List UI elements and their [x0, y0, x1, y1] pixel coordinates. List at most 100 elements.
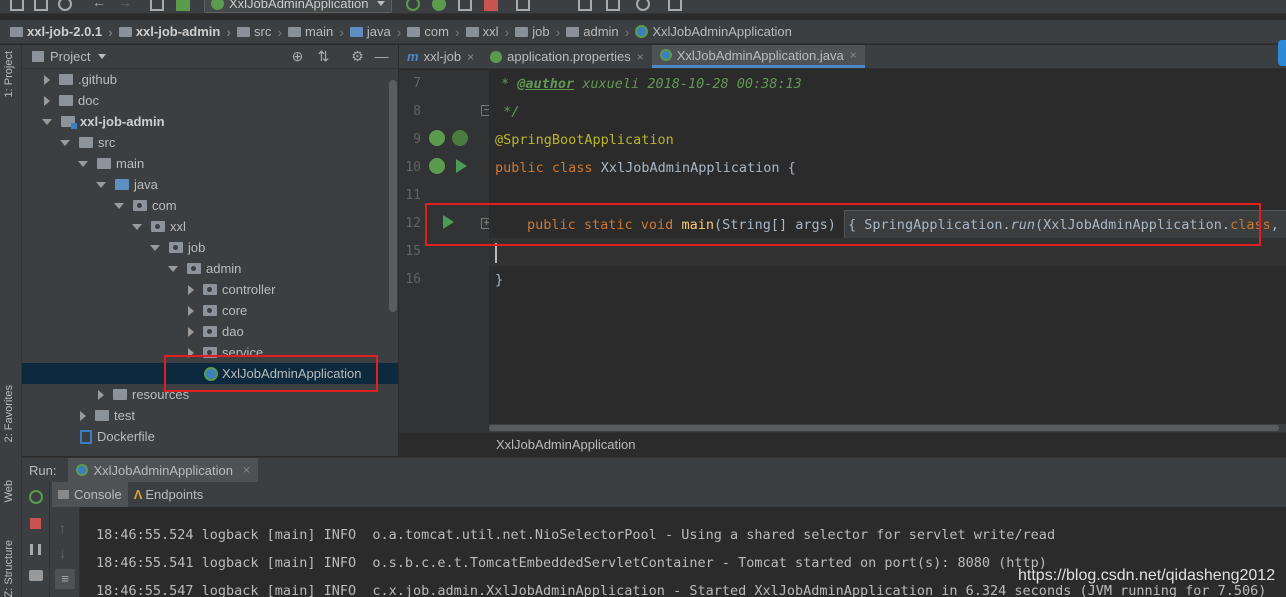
minimize-icon[interactable]: — [374, 49, 389, 64]
arrow-down-icon[interactable]: ↓ [59, 545, 66, 561]
arrow-up-icon[interactable]: ↑ [59, 520, 66, 536]
tree-item-test[interactable]: test [22, 405, 398, 426]
code-line-8: */ [495, 98, 519, 126]
breadcrumb-item[interactable]: com › [407, 24, 465, 40]
web-tool-button[interactable]: Web [3, 480, 15, 502]
tree-item-src[interactable]: src [22, 132, 398, 153]
chevron-right-icon[interactable] [188, 305, 194, 316]
chevron-down-icon[interactable] [96, 181, 106, 188]
camera-icon[interactable] [29, 570, 43, 581]
close-icon[interactable]: × [243, 463, 250, 477]
settings-wrench-icon[interactable] [578, 0, 592, 11]
back-icon[interactable]: ← [92, 0, 106, 11]
tree-item-dao[interactable]: dao [22, 321, 398, 342]
folder-icon [97, 158, 111, 169]
chevron-down-icon[interactable] [42, 118, 52, 125]
coverage-icon[interactable] [458, 0, 472, 11]
breadcrumb-item[interactable]: xxl-job-2.0.1 › [10, 24, 119, 40]
pause-icon[interactable] [30, 544, 41, 555]
tree-item-core[interactable]: core [22, 300, 398, 321]
chevron-right-icon[interactable] [98, 389, 104, 400]
chevron-right-icon[interactable] [44, 95, 50, 106]
tree-item-xxl[interactable]: xxl [22, 216, 398, 237]
tab-console[interactable]: Console [52, 482, 128, 507]
tree-item-main[interactable]: main [22, 153, 398, 174]
spring-config-gutter-icon[interactable] [452, 130, 468, 146]
tree-item-job[interactable]: job [22, 237, 398, 258]
run-tab-xxljobadminapplication[interactable]: XxlJobAdminApplication × [68, 458, 258, 482]
close-icon[interactable]: × [467, 50, 474, 64]
chevron-right-icon[interactable] [80, 410, 86, 421]
project-structure-icon[interactable] [606, 0, 620, 11]
chevron-down-icon[interactable] [114, 202, 124, 209]
rerun-icon[interactable] [406, 0, 420, 11]
notification-badge[interactable] [1278, 40, 1286, 66]
tab-application-properties[interactable]: application.properties × [482, 45, 652, 68]
close-icon[interactable]: × [850, 48, 857, 62]
editor-breadcrumb[interactable]: XxlJobAdminApplication [399, 432, 1286, 456]
project-panel-header: Project ⊕ ⇅ ⚙ — [22, 45, 398, 69]
sync-icon[interactable] [58, 0, 72, 11]
editor-horizontal-scrollbar[interactable] [489, 424, 1286, 432]
tree-item-admin[interactable]: admin [22, 258, 398, 279]
breadcrumb-item[interactable]: java › [349, 24, 408, 40]
tab-xxl-job[interactable]: m xxl-job × [399, 45, 482, 68]
collapse-all-icon[interactable]: ⇅ [316, 49, 331, 64]
search-icon[interactable] [636, 0, 650, 11]
chevron-down-icon[interactable] [98, 54, 107, 59]
hammer-icon[interactable] [176, 0, 190, 11]
chevron-down-icon[interactable] [132, 223, 142, 230]
chevron-right-icon[interactable] [188, 326, 194, 337]
breadcrumb-item[interactable]: main › [288, 24, 350, 40]
breadcrumb-item[interactable]: job › [515, 24, 566, 40]
project-tool-button[interactable]: 1: Project [3, 51, 15, 97]
chevron-right-icon[interactable] [188, 284, 194, 295]
run-configuration-select[interactable]: XxlJobAdminApplication [204, 0, 392, 13]
build-icon[interactable] [150, 0, 164, 11]
breadcrumb-item[interactable]: XxlJobAdminApplication [635, 24, 792, 39]
scrollbar-thumb[interactable] [489, 425, 1279, 431]
project-view-select[interactable]: Project [50, 49, 90, 64]
breadcrumb-item[interactable]: admin › [566, 24, 635, 40]
gear-icon[interactable]: ⚙ [350, 49, 365, 64]
breadcrumb-item[interactable]: xxl-job-admin › [118, 24, 237, 40]
tree-item-github[interactable]: .github [22, 69, 398, 90]
locate-icon[interactable]: ⊕ [290, 49, 305, 64]
chevron-down-icon[interactable] [150, 244, 160, 251]
favorites-tool-button[interactable]: 2: Favorites [3, 385, 15, 442]
tree-item-controller[interactable]: controller [22, 279, 398, 300]
spring-bean-gutter-icon[interactable] [429, 130, 445, 146]
save-icon[interactable] [34, 0, 48, 11]
forward-icon[interactable]: → [118, 0, 132, 11]
tree-item-dockerfile[interactable]: Dockerfile [22, 426, 398, 447]
chevron-down-icon[interactable] [168, 265, 178, 272]
close-icon[interactable]: × [637, 50, 644, 64]
structure-tool-button[interactable]: Z: Structure [3, 540, 15, 597]
breadcrumb-item[interactable]: src › [237, 24, 288, 40]
stop-icon[interactable] [484, 0, 498, 11]
stop-icon[interactable] [30, 518, 41, 529]
tab-xxljobadminapplication-java[interactable]: XxlJobAdminApplication.java × [651, 45, 865, 68]
breadcrumb-label: xxl [482, 24, 499, 39]
chevron-right-icon[interactable] [44, 74, 50, 85]
tree-item-doc[interactable]: doc [22, 90, 398, 111]
run-class-icon[interactable] [456, 159, 467, 173]
chevron-down-icon[interactable] [60, 139, 70, 146]
frame-icon[interactable] [516, 0, 530, 11]
tree-item-java[interactable]: java [22, 174, 398, 195]
open-folder-icon[interactable] [10, 0, 24, 11]
tasks-icon[interactable] [668, 0, 682, 11]
tree-item-xxl-job-admin[interactable]: xxl-job-admin [22, 111, 398, 132]
soft-wrap-icon[interactable]: ≡ [55, 569, 75, 589]
rerun-icon[interactable] [29, 490, 43, 504]
spring-boot-gutter-icon[interactable] [429, 158, 445, 174]
tab-endpoints[interactable]: Λ Endpoints [128, 482, 210, 507]
breadcrumb-label: job [532, 24, 550, 39]
code-editor[interactable]: * @author xuxueli 2018-10-28 00:38:13 */… [489, 70, 1286, 432]
chevron-down-icon[interactable] [78, 160, 88, 167]
breadcrumb-item[interactable]: xxl › [465, 24, 516, 40]
project-tree-scrollbar[interactable] [389, 80, 397, 312]
debug-icon[interactable] [432, 0, 446, 11]
fold-rest: , ar [1270, 217, 1279, 233]
tree-item-com[interactable]: com [22, 195, 398, 216]
